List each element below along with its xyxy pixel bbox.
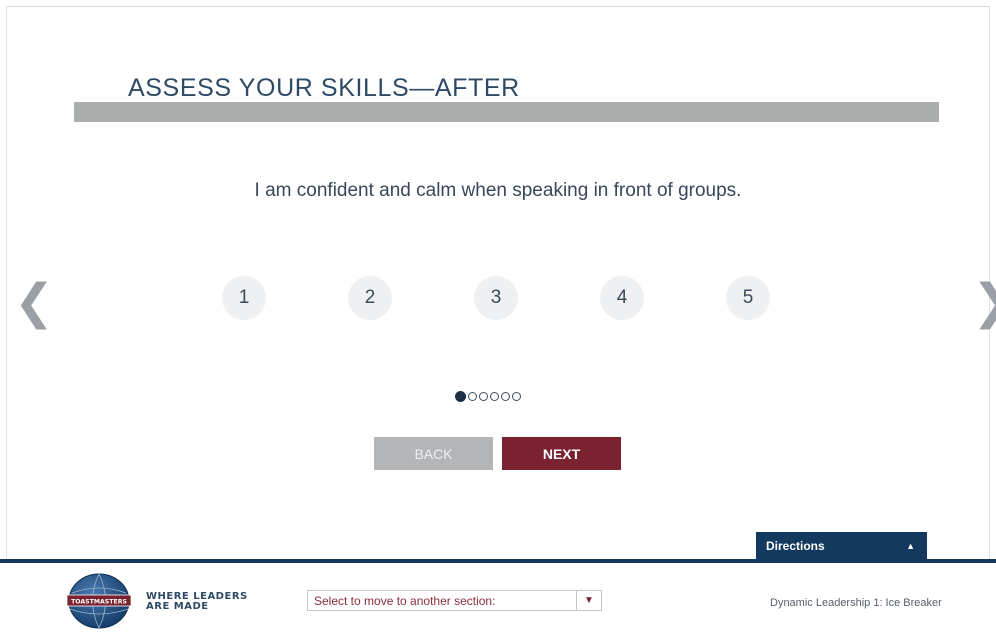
toastmasters-logo-icon: TOASTMASTERS: [66, 573, 132, 629]
rating-option-2[interactable]: 2: [348, 276, 392, 320]
page-title: ASSESS YOUR SKILLS—AFTER: [128, 74, 520, 102]
rating-option-3[interactable]: 3: [474, 276, 518, 320]
previous-slide-chevron-icon[interactable]: ❮: [14, 278, 54, 326]
section-select-dropdown[interactable]: Select to move to another section: ▼: [307, 590, 602, 611]
back-button[interactable]: BACK: [374, 437, 493, 470]
assessment-question: I am confident and calm when speaking in…: [254, 180, 742, 201]
next-slide-chevron-icon[interactable]: ❯: [972, 278, 996, 326]
progress-dot: [468, 392, 477, 401]
progress-dot-active: [455, 391, 466, 402]
progress-dot: [501, 392, 510, 401]
progress-dot: [490, 392, 499, 401]
section-select-placeholder: Select to move to another section:: [314, 593, 496, 608]
rating-option-1[interactable]: 1: [222, 276, 266, 320]
directions-label: Directions: [766, 538, 825, 553]
expand-up-icon: ▲: [906, 540, 915, 551]
rating-option-5[interactable]: 5: [726, 276, 770, 320]
next-button[interactable]: NEXT: [502, 437, 621, 470]
rating-option-4[interactable]: 4: [600, 276, 644, 320]
course-name: Dynamic Leadership 1: Ice Breaker: [770, 597, 942, 609]
progress-dots: [455, 391, 521, 402]
logo-text: TOASTMASTERS: [71, 599, 127, 606]
title-underline-bar: [74, 102, 939, 122]
tagline-line-2: ARE MADE: [146, 601, 209, 612]
progress-dot: [479, 392, 488, 401]
progress-dot: [512, 392, 521, 401]
directions-tab[interactable]: Directions ▲: [756, 532, 927, 559]
tagline: WHERE LEADERS ARE MADE: [146, 592, 248, 612]
dropdown-arrow-icon: ▼: [576, 591, 601, 610]
